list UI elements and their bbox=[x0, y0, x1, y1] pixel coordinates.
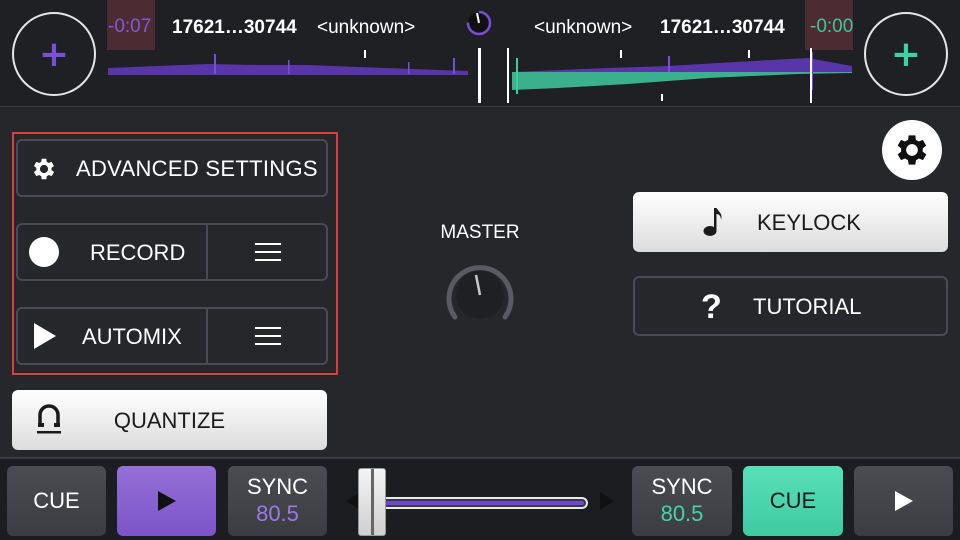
deck-b-play-button[interactable] bbox=[854, 466, 953, 536]
gear-icon bbox=[33, 158, 55, 180]
advanced-settings-button[interactable]: ADVANCED SETTINGS bbox=[16, 139, 328, 197]
quantize-label: QUANTIZE bbox=[113, 408, 226, 433]
crossfader-track bbox=[372, 497, 588, 509]
record-button[interactable]: RECORD bbox=[18, 225, 208, 279]
deck-a-playhead bbox=[478, 48, 481, 103]
automix-button[interactable]: AUTOMIX bbox=[18, 309, 208, 363]
record-menu-button[interactable] bbox=[210, 225, 326, 279]
deck-a-sync-label: SYNC bbox=[246, 474, 309, 499]
keylock-label: KEYLOCK bbox=[757, 210, 861, 235]
waveform-overview[interactable] bbox=[108, 48, 852, 103]
deck-a-play-button[interactable] bbox=[117, 466, 216, 536]
tutorial-label: TUTORIAL bbox=[753, 294, 862, 319]
play-icon bbox=[34, 323, 56, 349]
gear-icon bbox=[897, 135, 927, 165]
crossfader-right-arrow-icon bbox=[600, 492, 614, 510]
settings-button[interactable] bbox=[882, 120, 942, 180]
record-row: RECORD bbox=[16, 223, 328, 281]
quantize-button[interactable]: QUANTIZE bbox=[12, 390, 327, 450]
crossfader-fill bbox=[376, 501, 584, 505]
deck-b-add-track-button[interactable]: + bbox=[864, 12, 948, 96]
automix-menu-button[interactable] bbox=[210, 309, 326, 363]
record-label: RECORD bbox=[90, 240, 186, 265]
deck-b-cue-button[interactable]: CUE bbox=[743, 466, 843, 536]
automix-row: AUTOMIX bbox=[16, 307, 328, 365]
deck-b-time-remaining: -0:00 bbox=[810, 16, 854, 37]
keylock-button[interactable]: KEYLOCK bbox=[633, 192, 948, 252]
deck-a-time-remaining: -0:07 bbox=[108, 16, 152, 37]
crossfader[interactable] bbox=[342, 466, 618, 536]
plus-icon: + bbox=[890, 33, 922, 75]
deck-b-sync-label: SYNC bbox=[651, 474, 713, 499]
deck-a-sync-button[interactable]: SYNC 80.5 bbox=[228, 466, 327, 536]
deck-b-bpm: 80.5 bbox=[660, 501, 704, 526]
record-dot-icon bbox=[29, 237, 59, 267]
left-panel: ADVANCED SETTINGS RECORD AUTOMIX bbox=[12, 132, 338, 375]
master-label: MASTER bbox=[440, 222, 520, 243]
deck-a-cue-label: CUE bbox=[33, 488, 80, 513]
deck-a-bpm: 80.5 bbox=[256, 501, 299, 526]
advanced-settings-label: ADVANCED SETTINGS bbox=[76, 156, 318, 181]
deck-a-track-name: <unknown> bbox=[317, 17, 416, 38]
deck-a-cue-button[interactable]: CUE bbox=[7, 466, 106, 536]
play-icon bbox=[157, 491, 176, 511]
hamburger-icon bbox=[255, 243, 281, 261]
hamburger-icon bbox=[255, 327, 281, 345]
deck-b-cue-label: CUE bbox=[769, 488, 817, 513]
deck-b-track-name: <unknown> bbox=[534, 17, 633, 38]
play-icon bbox=[894, 491, 913, 511]
deck-b-track-id: 17621…30744 bbox=[660, 17, 785, 38]
sync-dial-icon bbox=[466, 10, 492, 36]
deck-b-playhead bbox=[507, 48, 509, 103]
deck-b-sync-button[interactable]: SYNC 80.5 bbox=[632, 466, 732, 536]
master-volume-knob[interactable] bbox=[443, 259, 517, 325]
music-note-icon bbox=[703, 208, 722, 236]
deck-a-add-track-button[interactable]: + bbox=[12, 12, 96, 96]
automix-label: AUTOMIX bbox=[82, 324, 182, 349]
tutorial-button[interactable]: ? TUTORIAL bbox=[633, 276, 948, 336]
transport-bar: CUE SYNC 80.5 SYNC 80.5 CUE bbox=[0, 457, 960, 540]
crossfader-handle[interactable] bbox=[358, 468, 386, 536]
question-mark-icon: ? bbox=[701, 288, 722, 326]
top-bar: + -0:07 17621…30744 <unknown> <unknown> … bbox=[0, 0, 960, 107]
plus-icon: + bbox=[38, 33, 70, 75]
deck-a-track-id: 17621…30744 bbox=[172, 17, 297, 38]
